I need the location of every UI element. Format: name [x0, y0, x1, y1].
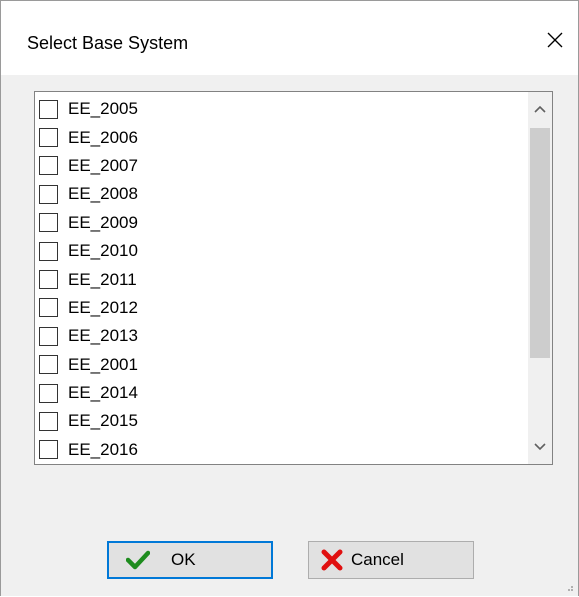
- item-label: EE_2010: [68, 241, 138, 261]
- scroll-up-button[interactable]: [528, 92, 552, 126]
- close-button[interactable]: [532, 17, 578, 63]
- list-item[interactable]: EE_2001: [35, 351, 525, 379]
- base-system-list[interactable]: EE_2005 EE_2006 EE_2007 EE_2008 EE_2009 EE_20…: [34, 91, 553, 465]
- item-label: EE_2006: [68, 127, 138, 147]
- dialog-title: Select Base System: [27, 33, 189, 53]
- list-item[interactable]: EE_2007: [35, 152, 525, 180]
- list-item[interactable]: EE_2014: [35, 379, 525, 407]
- title-bar: Select Base System: [1, 1, 578, 75]
- item-label: EE_2013: [68, 326, 138, 346]
- item-label: EE_2009: [68, 212, 138, 232]
- item-checkbox[interactable]: [39, 213, 58, 233]
- ok-button[interactable]: OK: [107, 541, 273, 579]
- item-checkbox[interactable]: [39, 411, 58, 431]
- list-item[interactable]: EE_2005: [35, 95, 525, 123]
- item-label: EE_2016: [68, 439, 138, 459]
- list-item[interactable]: EE_2012: [35, 294, 525, 322]
- item-label: EE_2012: [68, 297, 138, 317]
- item-label: EE_2011: [68, 269, 137, 289]
- list-item[interactable]: EE_2010: [35, 237, 525, 265]
- list-items: EE_2005 EE_2006 EE_2007 EE_2008 EE_2009 EE_20…: [35, 95, 525, 464]
- item-label: EE_2005: [68, 99, 138, 119]
- item-checkbox[interactable]: [39, 355, 58, 375]
- item-checkbox[interactable]: [39, 99, 58, 119]
- resize-grip-icon[interactable]: [564, 582, 574, 592]
- item-checkbox[interactable]: [39, 326, 58, 346]
- item-checkbox[interactable]: [39, 383, 58, 403]
- item-checkbox[interactable]: [39, 184, 58, 204]
- cancel-button[interactable]: Cancel: [308, 541, 474, 579]
- cancel-button-label: Cancel: [351, 550, 404, 569]
- chevron-down-icon: [534, 443, 546, 451]
- red-x-icon: [319, 547, 345, 573]
- vertical-scrollbar[interactable]: [528, 92, 552, 464]
- item-label: EE_2014: [68, 383, 138, 403]
- scroll-thumb[interactable]: [530, 128, 550, 358]
- list-item[interactable]: EE_2011: [35, 265, 525, 293]
- item-checkbox[interactable]: [39, 241, 58, 261]
- select-base-system-dialog: Select Base System EE_2005 EE_2006 EE_2007…: [0, 0, 579, 596]
- item-checkbox[interactable]: [39, 270, 58, 290]
- item-checkbox[interactable]: [39, 298, 58, 318]
- list-item[interactable]: EE_2006: [35, 123, 525, 151]
- list-item[interactable]: EE_2013: [35, 322, 525, 350]
- list-item[interactable]: EE_2008: [35, 180, 525, 208]
- item-label: EE_2008: [68, 184, 138, 204]
- chevron-up-icon: [534, 105, 546, 113]
- ok-button-label: OK: [171, 550, 196, 569]
- list-item[interactable]: EE_2016: [35, 436, 525, 464]
- list-item[interactable]: EE_2015: [35, 407, 525, 435]
- item-checkbox[interactable]: [39, 440, 58, 460]
- item-label: EE_2015: [68, 411, 138, 431]
- item-label: EE_2001: [68, 354, 138, 374]
- item-label: EE_2007: [68, 155, 138, 175]
- item-checkbox[interactable]: [39, 156, 58, 176]
- scroll-down-button[interactable]: [528, 430, 552, 464]
- checkmark-icon: [125, 547, 151, 573]
- list-item[interactable]: EE_2009: [35, 209, 525, 237]
- item-checkbox[interactable]: [39, 128, 58, 148]
- close-icon: [547, 32, 563, 48]
